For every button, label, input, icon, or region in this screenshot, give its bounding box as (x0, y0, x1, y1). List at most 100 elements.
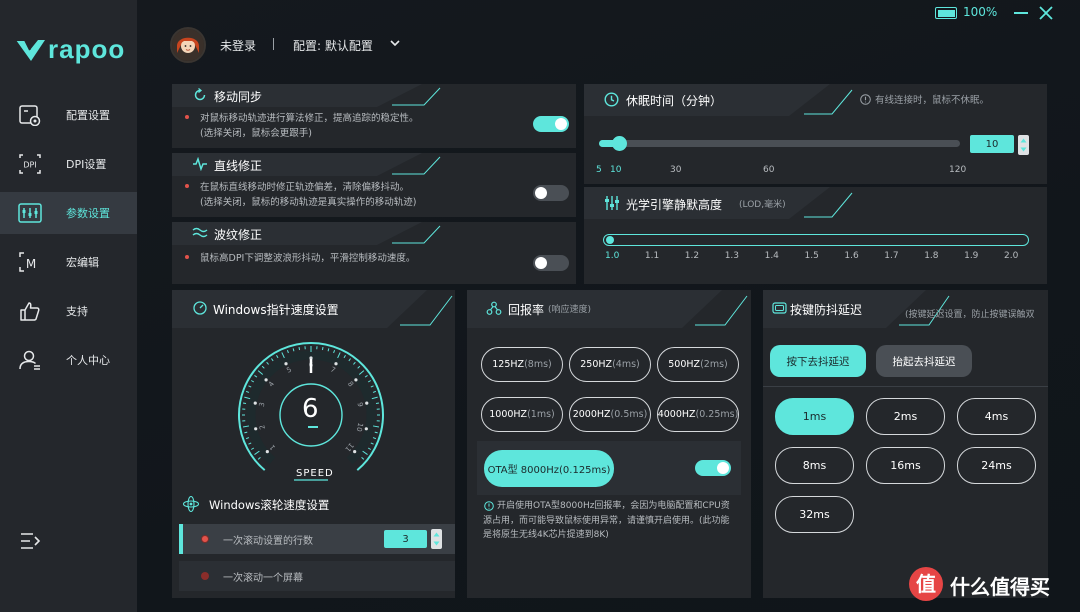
collapse-menu-icon[interactable] (18, 530, 42, 552)
ota-toggle[interactable] (695, 460, 731, 476)
debounce-8ms-button[interactable]: 8ms (775, 447, 854, 484)
debounce-2ms-button[interactable]: 2ms (866, 398, 945, 435)
angle-snap-toggle[interactable] (533, 185, 569, 201)
dial-tick (372, 437, 377, 440)
card-desc-line1: 对鼠标移动轨迹进行算法修正，提高追踪的稳定性。 (200, 113, 419, 124)
dial-tick (248, 442, 252, 445)
ota-8000hz-button[interactable]: OTA型 8000Hz(0.125ms) (484, 450, 614, 487)
card-desc-line2: (选择关闭，鼠标会更跟手) (200, 128, 312, 139)
motion-sync-toggle[interactable] (533, 116, 569, 132)
dial-label: 1 (268, 443, 277, 452)
rate-label: 1000HZ (489, 409, 528, 420)
sidebar-item-config[interactable]: 配置设置 (0, 94, 137, 136)
lines-stepper[interactable] (431, 529, 442, 549)
header-decoration (789, 187, 854, 219)
radio-dot (201, 572, 209, 580)
dial-tick (266, 361, 269, 365)
dial-tick (321, 346, 324, 351)
sidebar-item-label: 支持 (66, 305, 88, 318)
sleep-value-input[interactable]: 10 (970, 135, 1014, 153)
lod-slider-track[interactable] (603, 234, 1029, 246)
sidebar-item-macro[interactable]: M 宏编辑 (0, 241, 137, 283)
sidebar-item-params[interactable]: 参数设置 (0, 192, 137, 234)
wheel-option-lines[interactable]: 一次滚动设置的行数 3 (179, 524, 455, 554)
scroll-wheel-icon (182, 495, 200, 513)
card-title: 按键防抖延迟 (790, 303, 863, 317)
dial-dot (264, 378, 268, 382)
avatar[interactable] (170, 27, 206, 63)
dial-tick (370, 385, 374, 388)
sidebar-item-support[interactable]: 支持 (0, 290, 137, 332)
debounce-16ms-button[interactable]: 16ms (866, 447, 945, 484)
config-selector-label[interactable]: 配置: 默认配置 (293, 37, 373, 54)
dial-dot (353, 450, 357, 454)
polling-rate-1000hz-button[interactable]: 1000HZ (1ms) (481, 397, 563, 432)
battery-icon (935, 7, 957, 19)
polling-rate-2000hz-button[interactable]: 2000HZ (0.5ms) (569, 397, 651, 432)
sleep-slider-handle[interactable] (611, 136, 627, 151)
watermark-icon: 值 (916, 572, 936, 596)
rate-label: 125HZ (492, 359, 525, 370)
sidebar-item-user[interactable]: 个人中心 (0, 339, 137, 381)
ota-note: 开启使用OTA型8000Hz回报率，会因为电脑配置和CPU资源占用，而可能导致鼠… (483, 501, 730, 540)
ripple-toggle[interactable] (533, 255, 569, 271)
battery-level: 100% (963, 5, 998, 19)
lines-value-input[interactable]: 3 (384, 530, 427, 548)
svg-text:M: M (26, 257, 36, 271)
tab-release-debounce[interactable]: 抬起去抖延迟 (876, 345, 972, 377)
watermark-logo: 值 (909, 567, 943, 601)
rate-latency: (4ms) (612, 359, 640, 370)
dial-dot (334, 362, 338, 366)
sliders-icon (605, 196, 619, 210)
wheel-option-screen[interactable]: 一次滚动一个屏幕 (179, 561, 455, 591)
debounce-32ms-button[interactable]: 32ms (775, 496, 854, 533)
info-icon (860, 94, 871, 105)
lod-panel: 光学引擎静默高度 (LOD,毫米) 1.0 1.1 1.2 1.3 1.4 1.5 1.6 1… (584, 187, 1047, 284)
debounce-24ms-button[interactable]: 24ms (957, 447, 1036, 484)
sidebar-item-label: DPI设置 (66, 158, 107, 171)
rate-label: 500HZ (668, 359, 701, 370)
card-title: 休眠时间（分钟） (626, 94, 723, 108)
card-desc-line2: (选择关闭，鼠标的移动轨迹是真实操作的移动轨迹) (200, 197, 417, 208)
sidebar-item-dpi[interactable]: DPI DPI设置 (0, 143, 137, 185)
sleep-slider-track[interactable] (599, 140, 960, 147)
polling-rate-125hz-button[interactable]: 125HZ (8ms) (481, 347, 563, 382)
dial-tick (353, 361, 356, 365)
dial-tick (248, 385, 252, 388)
option-label: 一次滚动设置的行数 (223, 536, 313, 547)
chevron-down-icon[interactable] (390, 40, 400, 46)
dial-dot (254, 427, 258, 431)
lod-tick: 1.1 (644, 251, 660, 261)
login-status[interactable]: 未登录 (220, 37, 256, 54)
svg-text:DPI: DPI (23, 161, 36, 170)
polling-rate-4000hz-button[interactable]: 4000HZ (0.25ms) (657, 397, 739, 432)
debounce-panel: 按键防抖延迟 (按键延迟设置，防止按键误触双 按下去抖延迟 抬起去抖延迟 1ms… (763, 290, 1048, 598)
debounce-4ms-button[interactable]: 4ms (957, 398, 1036, 435)
header-decoration (387, 290, 455, 328)
pointer-speed-panel: Windows指针速度设置 1234567891011 6 SPEED Wind… (172, 290, 455, 598)
tab-press-debounce[interactable]: 按下去抖延迟 (770, 345, 866, 377)
dial-tick (254, 375, 258, 378)
debounce-1ms-button[interactable]: 1ms (775, 398, 854, 435)
dial-tick (367, 447, 372, 450)
dial-tick (374, 431, 378, 434)
minimize-button[interactable] (1014, 12, 1028, 14)
polling-rate-500hz-button[interactable]: 500HZ (2ms) (657, 347, 739, 382)
close-icon[interactable] (1038, 5, 1054, 21)
lod-unit: (LOD,毫米) (739, 200, 786, 210)
speed-label: SPEED (296, 468, 334, 479)
dial-tick (358, 370, 365, 375)
sleep-tick: 10 (610, 165, 622, 175)
ripple-card: 波纹修正 鼠标高DPI下调整波浪形抖动，平滑控制移动速度。 (172, 222, 576, 284)
params-icon (18, 203, 42, 223)
dial-tick (357, 365, 361, 369)
dial-tick (372, 390, 377, 393)
dial-label: 7 (329, 365, 337, 374)
wave-icon (192, 227, 208, 238)
network-icon (486, 301, 502, 315)
polling-rate-250hz-button[interactable]: 250HZ (4ms) (569, 347, 651, 382)
rate-label: 2000HZ (572, 409, 611, 420)
lod-slider-handle[interactable] (606, 236, 614, 244)
sidebar-item-label: 参数设置 (66, 207, 110, 220)
sleep-stepper[interactable] (1018, 135, 1029, 155)
